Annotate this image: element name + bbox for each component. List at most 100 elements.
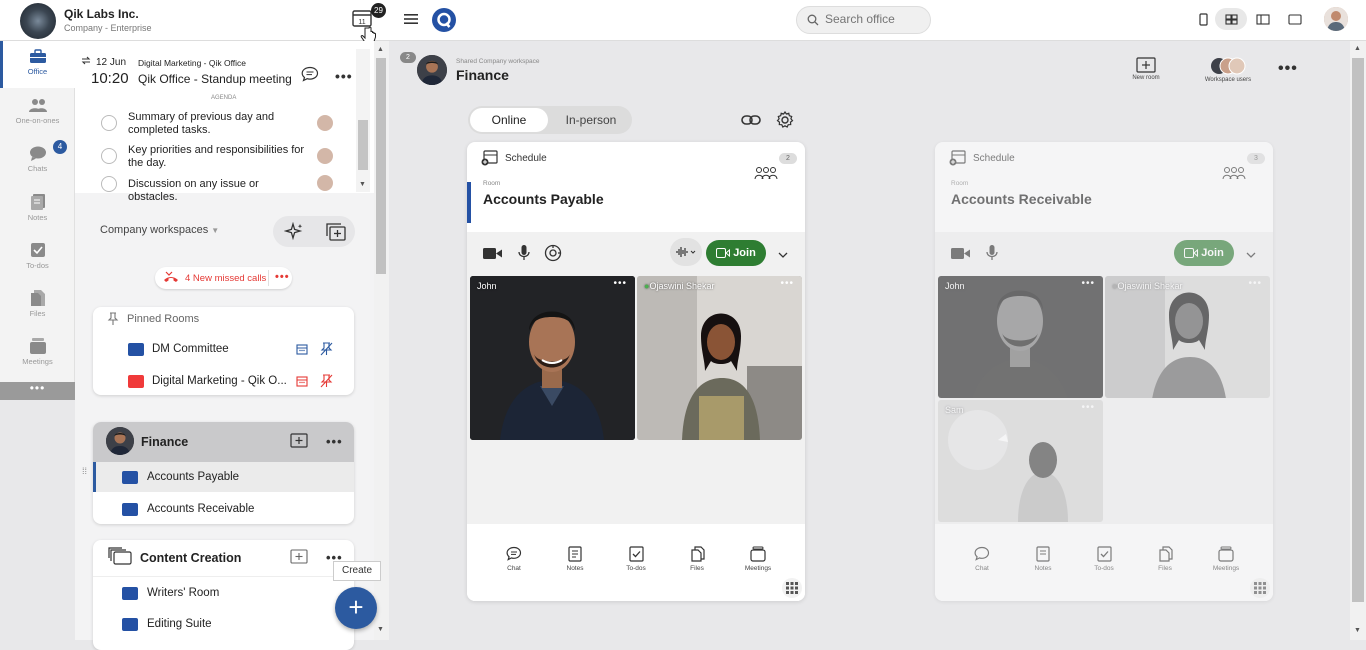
scroll-down-icon[interactable]: ▼ <box>1354 627 1361 634</box>
room-notes-button[interactable]: Notes <box>555 546 595 572</box>
add-room-icon[interactable] <box>290 549 308 564</box>
add-room-icon[interactable] <box>290 433 308 448</box>
room-chat-button[interactable]: Chat <box>962 546 1002 572</box>
tile-more-icon[interactable]: ••• <box>1081 278 1095 289</box>
rail-item-office[interactable]: Office <box>0 41 75 88</box>
scroll-down-icon[interactable]: ▼ <box>377 626 384 633</box>
schedule-label[interactable]: Schedule <box>505 153 547 164</box>
company-workspaces-dropdown[interactable]: Company workspaces ▼ <box>100 224 219 236</box>
video-tile-john[interactable]: John ••• <box>470 276 635 440</box>
video-tile-ojaswini[interactable]: ●Ojaswini Shekar ••• <box>637 276 802 440</box>
meeting-title[interactable]: Qik Office - Standup meeting <box>138 72 292 86</box>
rail-item-todos[interactable]: To-dos <box>0 234 75 281</box>
room-files-button[interactable]: Files <box>677 546 717 572</box>
full-view-icon[interactable] <box>1279 8 1311 30</box>
microphone-icon[interactable] <box>518 245 530 261</box>
schedule-icon[interactable] <box>481 150 498 166</box>
drag-handle-icon[interactable]: ⁞⁞ <box>82 467 87 476</box>
create-button[interactable]: + <box>335 587 377 629</box>
room-meetings-button[interactable]: Meetings <box>1206 546 1246 572</box>
room-meetings-button[interactable]: Meetings <box>738 546 778 572</box>
add-workspace-icon[interactable] <box>326 223 346 241</box>
rail-more-button[interactable]: ••• <box>0 382 75 400</box>
sidebar-scroll-thumb[interactable] <box>376 58 386 274</box>
schedule-icon[interactable] <box>949 150 966 166</box>
camera-icon[interactable] <box>483 247 502 260</box>
tile-more-icon[interactable]: ••• <box>780 278 794 289</box>
pinned-room-dm-committee[interactable]: DM Committee <box>152 343 229 355</box>
user-avatar[interactable] <box>1324 7 1348 31</box>
tab-online[interactable]: Online <box>470 108 548 132</box>
meeting-more-icon[interactable]: ••• <box>335 68 353 84</box>
missed-calls-more-icon[interactable]: ••• <box>275 271 290 283</box>
workspace-users-button[interactable]: Workspace users <box>1202 57 1254 83</box>
participant-video <box>1105 276 1270 398</box>
unpin-icon[interactable] <box>320 342 333 356</box>
main-scroll-thumb[interactable] <box>1352 58 1364 602</box>
participants-icon[interactable] <box>754 166 778 180</box>
company-name[interactable]: Qik Labs Inc. <box>64 7 139 21</box>
agenda-checkbox[interactable] <box>101 115 117 131</box>
sidebar-room-writers-room[interactable]: Writers' Room <box>147 587 219 599</box>
sidebar-room-editing-suite[interactable]: Editing Suite <box>147 618 212 630</box>
rail-item-one-on-ones[interactable]: One-on-ones <box>0 90 75 137</box>
calendar-icon[interactable] <box>296 375 308 387</box>
room-todos-button[interactable]: To-dos <box>1084 546 1124 572</box>
meeting-chat-icon[interactable] <box>301 66 319 82</box>
add-room-icon <box>1136 57 1156 73</box>
tile-more-icon[interactable]: ••• <box>1081 402 1095 413</box>
link-icon[interactable] <box>741 112 761 128</box>
agenda-checkbox[interactable] <box>101 148 117 164</box>
app-logo-icon[interactable] <box>432 8 456 32</box>
join-options-chevron-icon[interactable] <box>1238 243 1264 267</box>
search-box[interactable] <box>796 6 931 34</box>
screen-share-icon[interactable] <box>544 244 562 262</box>
agenda-scroll-thumb[interactable] <box>358 120 368 170</box>
sparkle-icon[interactable] <box>284 222 304 242</box>
grid-view-icon[interactable] <box>1215 8 1247 30</box>
rail-item-meetings[interactable]: Meetings <box>0 330 75 377</box>
room-chat-button[interactable]: Chat <box>494 546 534 572</box>
sidebar-room-accounts-payable[interactable]: Accounts Payable <box>147 471 239 483</box>
settings-icon[interactable] <box>776 111 794 129</box>
room-files-button[interactable]: Files <box>1145 546 1185 572</box>
room-card-accounts-payable[interactable]: Schedule 2 Room Accounts Payable Join Jo… <box>467 142 805 601</box>
menu-icon[interactable] <box>404 13 418 25</box>
sidebar-room-accounts-receivable[interactable]: Accounts Receivable <box>147 503 254 515</box>
calendar-icon[interactable]: 11 <box>352 9 372 27</box>
new-room-button[interactable]: New room <box>1126 57 1166 81</box>
video-tile-john[interactable]: John ••• <box>938 276 1103 398</box>
join-button[interactable]: Join <box>1174 240 1234 266</box>
calendar-icon[interactable] <box>296 343 308 355</box>
rail-item-notes[interactable]: Notes <box>0 186 75 233</box>
workspace-more-icon[interactable]: ••• <box>1278 60 1298 78</box>
participants-icon[interactable] <box>1222 166 1246 180</box>
video-tile-sam[interactable]: Sam ••• <box>938 400 1103 522</box>
tile-more-icon[interactable]: ••• <box>1248 278 1262 289</box>
scroll-up-icon[interactable]: ▲ <box>377 46 384 53</box>
rail-item-files[interactable]: Files <box>0 282 75 329</box>
company-logo[interactable] <box>20 3 56 39</box>
tile-more-icon[interactable]: ••• <box>613 278 627 289</box>
scroll-down-icon[interactable]: ▼ <box>359 181 366 188</box>
room-card-accounts-receivable[interactable]: Schedule 3 Room Accounts Receivable Join… <box>935 142 1273 601</box>
room-notes-button[interactable]: Notes <box>1023 546 1063 572</box>
room-todos-button[interactable]: To-dos <box>616 546 656 572</box>
split-view-icon[interactable] <box>1247 8 1279 30</box>
apps-grid-icon[interactable] <box>782 578 802 598</box>
agenda-checkbox[interactable] <box>101 176 117 192</box>
apps-grid-icon[interactable] <box>1250 578 1270 598</box>
tab-in-person[interactable]: In-person <box>552 108 630 132</box>
video-tile-ojaswini[interactable]: ●Ojaswini Shekar ••• <box>1105 276 1270 398</box>
search-input[interactable] <box>825 12 925 26</box>
microphone-icon[interactable] <box>986 245 998 261</box>
schedule-label[interactable]: Schedule <box>973 153 1015 164</box>
scroll-up-icon[interactable]: ▲ <box>1354 45 1361 52</box>
unpin-icon[interactable] <box>320 374 333 388</box>
pinned-room-digital-marketing[interactable]: Digital Marketing - Qik O... <box>152 375 287 387</box>
finance-more-icon[interactable]: ••• <box>326 434 343 449</box>
join-options-chevron-icon[interactable] <box>770 243 796 267</box>
audio-settings[interactable] <box>670 238 702 266</box>
join-button[interactable]: Join <box>706 240 766 266</box>
camera-icon[interactable] <box>951 247 970 260</box>
